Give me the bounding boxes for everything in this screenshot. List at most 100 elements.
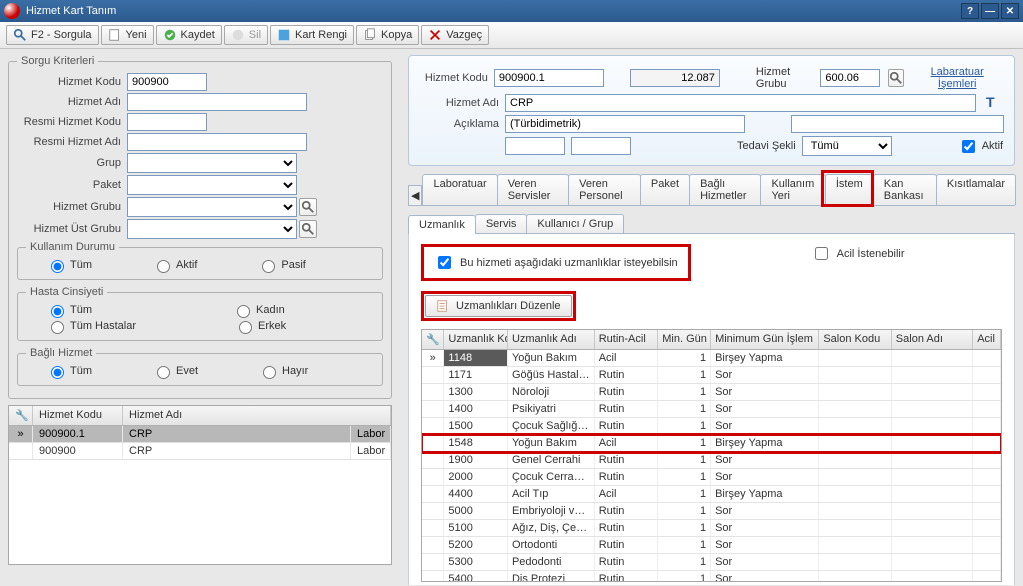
d-extra1-input[interactable] xyxy=(505,137,565,155)
d-extra2-input[interactable] xyxy=(571,137,631,155)
tab-kan-bankas-[interactable]: Kan Bankası xyxy=(873,174,937,205)
kopya-button[interactable]: Kopya xyxy=(356,25,419,45)
bagli-tum[interactable]: Tüm xyxy=(46,363,92,379)
hizmet-ust-grubu-lookup[interactable] xyxy=(299,220,317,238)
gh-skod[interactable]: Salon Kodu xyxy=(819,330,891,349)
uzmanliklari-duzenle-button[interactable]: Uzmanlıkları Düzenle xyxy=(425,295,572,317)
cinsiyet-tum[interactable]: Tüm xyxy=(46,302,92,318)
cell-rutin-acil: Rutin xyxy=(595,452,659,468)
grid-wrench-header[interactable]: 🔧 xyxy=(422,330,444,349)
cell-acil xyxy=(973,486,1001,502)
d-tedavi-select[interactable]: Tümü xyxy=(802,136,892,156)
tab-k-s-tlamalar[interactable]: Kısıtlamalar xyxy=(936,174,1016,205)
d-hizmet-kodu-input[interactable] xyxy=(494,69,604,87)
text-format-icon[interactable]: T xyxy=(986,94,1004,112)
d-hizmet-grubu-text[interactable]: Labaratuar İşemleri xyxy=(910,65,1004,91)
grid-row[interactable]: 2000 Çocuk Cerrahisi Rutin 1 Sor xyxy=(422,469,1001,486)
sorgula-button[interactable]: F2 - Sorgula xyxy=(6,25,99,45)
copy-icon xyxy=(363,28,377,42)
table-row[interactable]: 900900 CRP Labor xyxy=(9,443,391,460)
cell-min-gun: 1 xyxy=(658,503,711,519)
d-hizmet-grubu-lookup[interactable] xyxy=(888,69,904,87)
subtab-uzmanl-k[interactable]: Uzmanlık xyxy=(408,215,476,234)
table-row[interactable]: » 900900.1 CRP Labor xyxy=(9,426,391,443)
cinsiyet-erkek[interactable]: Erkek xyxy=(234,318,286,334)
grid-row[interactable]: 4400 Acil Tıp Acil 1 Birşey Yapma xyxy=(422,486,1001,503)
grid-row[interactable]: 5400 Diş Protezi Rutin 1 Sor xyxy=(422,571,1001,582)
d-hizmet-adi-input[interactable] xyxy=(505,94,976,112)
acil-istenebilir-checkbox[interactable]: Acil İstenebilir xyxy=(811,244,905,263)
hizmet-grubu-select[interactable] xyxy=(127,197,297,217)
gh-ad[interactable]: Uzmanlık Adı xyxy=(508,330,595,349)
cell-acil xyxy=(973,452,1001,468)
wrench-header[interactable]: 🔧 xyxy=(9,406,33,425)
aktif-checkbox[interactable]: Aktif xyxy=(958,137,1003,156)
grid-row[interactable]: 5100 Ağız, Diş, Çene... Rutin 1 Sor xyxy=(422,520,1001,537)
help-button[interactable]: ? xyxy=(961,3,979,19)
th-ad[interactable]: Hizmet Adı xyxy=(123,406,391,425)
gh-islem[interactable]: Minimum Gün İşlem xyxy=(711,330,819,349)
hizmet-adi-input[interactable] xyxy=(127,93,307,111)
cinsiyet-kadin[interactable]: Kadın xyxy=(232,302,285,318)
grid-row[interactable]: 1900 Genel Cerrahi Rutin 1 Sor xyxy=(422,452,1001,469)
gh-sad[interactable]: Salon Adı xyxy=(892,330,973,349)
kart-rengi-button[interactable]: Kart Rengi xyxy=(270,25,354,45)
yeni-button[interactable]: Yeni xyxy=(101,25,154,45)
tab-laboratuar[interactable]: Laboratuar xyxy=(422,174,497,205)
gh-kod[interactable]: Uzmanlık Kodu xyxy=(444,330,508,349)
label-hizmet-adi: Hizmet Adı xyxy=(17,96,127,108)
cell-rutin-acil: Rutin xyxy=(595,418,659,434)
kullanim-aktif[interactable]: Aktif xyxy=(152,257,197,273)
hizmet-ust-grubu-select[interactable] xyxy=(127,219,297,239)
bagli-legend: Bağlı Hizmet xyxy=(26,347,96,359)
subtab-kullan-c-grup[interactable]: Kullanıcı / Grup xyxy=(526,214,624,233)
d-hizmet-grubu-input[interactable] xyxy=(820,69,880,87)
grid-row[interactable]: 5300 Pedodonti Rutin 1 Sor xyxy=(422,554,1001,571)
sil-button[interactable]: Sil xyxy=(224,25,268,45)
subtab-servis[interactable]: Servis xyxy=(475,214,528,233)
vazgec-button[interactable]: Vazgeç xyxy=(421,25,489,45)
grid-row[interactable]: » 1148 Yoğun Bakım Acil 1 Birşey Yapma xyxy=(422,350,1001,367)
grid-row[interactable]: 1400 Psikiyatri Rutin 1 Sor xyxy=(422,401,1001,418)
resmi-adi-input[interactable] xyxy=(127,133,307,151)
tab-i-stem[interactable]: İstem xyxy=(825,174,874,205)
resmi-kodu-input[interactable] xyxy=(127,113,207,131)
tab-scroll-left[interactable]: ◀ xyxy=(408,185,422,205)
kullanim-pasif[interactable]: Pasif xyxy=(257,257,305,273)
tab-veren-servisler[interactable]: Veren Servisler xyxy=(497,174,569,205)
th-kod[interactable]: Hizmet Kodu xyxy=(33,406,123,425)
kullanim-tum[interactable]: Tüm xyxy=(46,257,92,273)
gh-ra[interactable]: Rutin-Acil xyxy=(595,330,659,349)
gh-min[interactable]: Min. Gün xyxy=(658,330,711,349)
close-button[interactable]: ✕ xyxy=(1001,3,1019,19)
kaydet-button[interactable]: Kaydet xyxy=(156,25,222,45)
grid-row[interactable]: 1171 Göğüs Hastalık... Rutin 1 Sor xyxy=(422,367,1001,384)
tab-kullan-m-yeri[interactable]: Kullanım Yeri xyxy=(760,174,825,205)
tab-veren-personel[interactable]: Veren Personel xyxy=(568,174,641,205)
grid-row[interactable]: 1500 Çocuk Sağlığı ... Rutin 1 Sor xyxy=(422,418,1001,435)
tab-paket[interactable]: Paket xyxy=(640,174,690,205)
gh-acil[interactable]: Acil xyxy=(973,330,1001,349)
cinsiyet-tum-hastalar[interactable]: Tüm Hastalar xyxy=(46,318,136,334)
paket-select[interactable] xyxy=(127,175,297,195)
grid-row[interactable]: 5200 Ortodonti Rutin 1 Sor xyxy=(422,537,1001,554)
cell-min-gun: 1 xyxy=(658,520,711,536)
bagli-hayir[interactable]: Hayır xyxy=(258,363,308,379)
cell-extra: Labor xyxy=(351,426,391,442)
d-aciklama2-input[interactable] xyxy=(791,115,1004,133)
grup-select[interactable] xyxy=(127,153,297,173)
cell-islem: Sor xyxy=(711,554,819,570)
uzmanlik-isteyebilsin-checkbox[interactable]: Bu hizmeti aşağıdaki uzmanlıklar isteyeb… xyxy=(434,253,678,272)
d-aciklama-input[interactable] xyxy=(505,115,745,133)
main-tabstrip: ◀ LaboratuarVeren ServislerVeren Persone… xyxy=(408,174,1015,206)
hizmet-kodu-input[interactable] xyxy=(127,73,207,91)
hizmet-grubu-lookup[interactable] xyxy=(299,198,317,216)
grid-row[interactable]: 1548 Yoğun Bakım Acil 1 Birşey Yapma xyxy=(422,435,1001,452)
minimize-button[interactable]: — xyxy=(981,3,999,19)
cell-acil xyxy=(973,554,1001,570)
grid-row[interactable]: 1300 Nöroloji Rutin 1 Sor xyxy=(422,384,1001,401)
tab-ba-l-hizmetler[interactable]: Bağlı Hizmetler xyxy=(689,174,761,205)
cell-kod: 4400 xyxy=(444,486,508,502)
grid-row[interactable]: 5000 Embriyoloji ve ... Rutin 1 Sor xyxy=(422,503,1001,520)
bagli-evet[interactable]: Evet xyxy=(152,363,198,379)
